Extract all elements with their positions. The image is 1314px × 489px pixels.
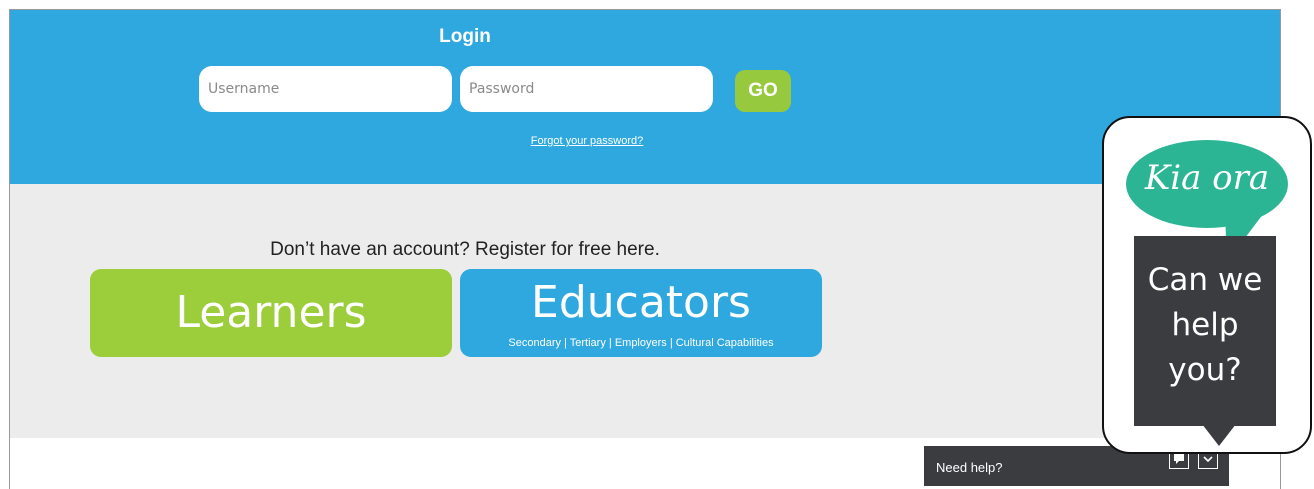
need-help-label: Need help? bbox=[936, 460, 1003, 475]
learners-label: Learners bbox=[175, 287, 367, 338]
help-chat-widget[interactable]: Kia ora Can we help you? bbox=[1102, 116, 1312, 454]
username-input[interactable] bbox=[199, 66, 452, 112]
learners-button[interactable]: Learners bbox=[90, 269, 452, 357]
page-frame: Login GO Forgot your password? Don’t hav… bbox=[9, 9, 1281, 489]
register-panel: Don’t have an account? Register for free… bbox=[10, 184, 1280, 438]
password-input[interactable] bbox=[460, 66, 713, 112]
go-button[interactable]: GO bbox=[735, 70, 791, 112]
educators-button[interactable]: Educators Secondary | Tertiary | Employe… bbox=[460, 269, 822, 357]
educators-subtitle: Secondary | Tertiary | Employers | Cultu… bbox=[508, 337, 774, 349]
register-heading: Don’t have an account? Register for free… bbox=[270, 239, 660, 260]
educators-label: Educators bbox=[531, 277, 751, 328]
message-box-tail bbox=[1202, 424, 1236, 446]
login-title: Login bbox=[439, 26, 491, 47]
kia-ora-greeting: Kia ora bbox=[1144, 158, 1270, 198]
forgot-password-link[interactable]: Forgot your password? bbox=[10, 135, 1164, 147]
help-message: Can we help you? bbox=[1147, 262, 1263, 388]
login-panel: Login GO Forgot your password? bbox=[10, 10, 1280, 184]
